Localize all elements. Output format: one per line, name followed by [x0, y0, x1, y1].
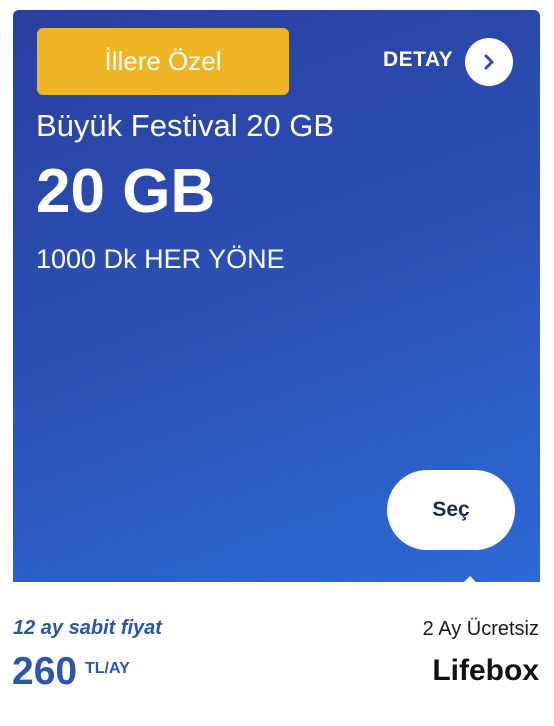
- price-value: 260: [12, 650, 78, 693]
- promo-label: 2 Ay Ücretsiz: [422, 618, 539, 640]
- data-amount: 20 GB: [36, 157, 216, 226]
- minutes-allowance: 1000 Dk HER YÖNE: [36, 244, 285, 274]
- tariff-title: Büyük Festival 20 GB: [36, 108, 335, 143]
- card-notch: [454, 576, 486, 582]
- brand-label: Lifebox: [432, 654, 539, 687]
- detail-button[interactable]: [465, 38, 513, 86]
- region-special-badge: İllere Özel: [37, 28, 289, 95]
- select-button[interactable]: Seç: [387, 470, 515, 550]
- chevron-right-icon: [484, 54, 494, 70]
- price-unit: TL/AY: [85, 660, 130, 677]
- detail-link[interactable]: DETAY: [383, 37, 453, 83]
- tariff-card: İllere Özel DETAY Büyük Festival 20 GB 2…: [13, 10, 540, 582]
- fixed-price-label: 12 ay sabit fiyat: [13, 617, 162, 639]
